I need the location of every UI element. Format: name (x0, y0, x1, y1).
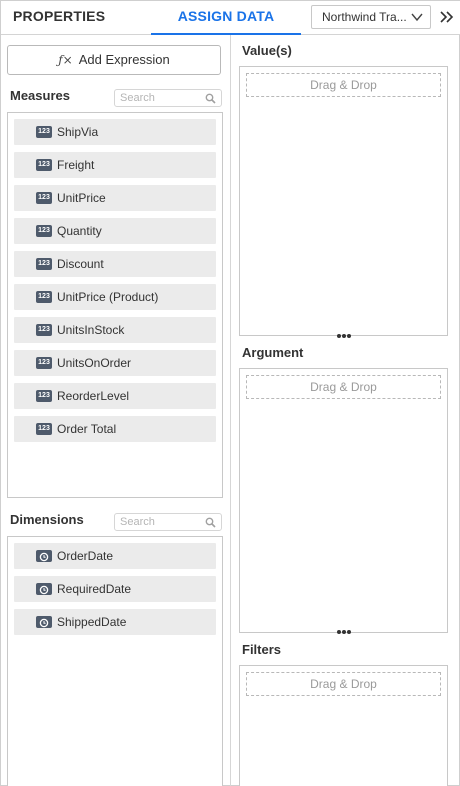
measure-field-label: Freight (57, 158, 95, 172)
argument-title: Argument (242, 345, 304, 360)
numeric-123-icon: 123 (36, 159, 52, 171)
double-chevron-right-icon[interactable] (437, 7, 457, 27)
datasource-selected-value: Northwind Tra... (322, 10, 407, 24)
numeric-123-icon: 123 (36, 192, 52, 204)
measure-field-label: UnitsInStock (57, 323, 125, 337)
fx-icon: ƒ× (58, 53, 73, 67)
measure-field-label: UnitPrice (Product) (57, 290, 159, 304)
dimension-field-label: OrderDate (57, 549, 114, 563)
measures-search[interactable] (114, 89, 222, 107)
measure-field-label: ShipVia (57, 125, 99, 139)
numeric-123-icon: 123 (36, 126, 52, 138)
measure-field-item[interactable]: 123 Freight (14, 152, 216, 178)
panel-header: PROPERTIES ASSIGN DATA Northwind Tra... (1, 1, 460, 35)
clock-icon (36, 583, 52, 595)
clock-icon (36, 616, 52, 628)
dimension-field-label: RequiredDate (57, 582, 132, 596)
filters-title: Filters (242, 642, 282, 657)
measure-field-item[interactable]: 123 Order Total (14, 416, 216, 442)
measure-field-item[interactable]: 123 ShipVia (14, 119, 216, 145)
measure-field-item[interactable]: 123 UnitPrice (Product) (14, 284, 216, 310)
dimension-field-item[interactable]: RequiredDate (14, 576, 216, 602)
measure-field-item[interactable]: 123 UnitPrice (14, 185, 216, 211)
measures-search-input[interactable] (120, 91, 204, 105)
measure-field-item[interactable]: 123 UnitsOnOrder (14, 350, 216, 376)
measure-field-label: UnitPrice (57, 191, 106, 205)
dimension-field-label: ShippedDate (57, 615, 127, 629)
datasource-dropdown[interactable]: Northwind Tra... (311, 5, 431, 29)
argument-resize-handle[interactable] (336, 629, 352, 635)
measure-field-label: Order Total (57, 422, 117, 436)
argument-drop-area[interactable]: Drag & Drop (239, 368, 448, 633)
measure-field-item[interactable]: 123 Discount (14, 251, 216, 277)
numeric-123-icon: 123 (36, 390, 52, 402)
values-drop-area[interactable]: Drag & Drop (239, 66, 448, 336)
dimension-field-item[interactable]: OrderDate (14, 543, 216, 569)
add-expression-label: Add Expression (78, 52, 170, 67)
dimensions-title: Dimensions (10, 512, 84, 527)
measure-field-label: UnitsOnOrder (57, 356, 132, 370)
measure-field-label: Quantity (57, 224, 102, 238)
tab-assign-data[interactable]: ASSIGN DATA (151, 1, 301, 35)
dimensions-search[interactable] (114, 513, 222, 531)
assign-data-panel: PROPERTIES ASSIGN DATA Northwind Tra... … (0, 0, 460, 786)
numeric-123-icon: 123 (36, 357, 52, 369)
search-icon (205, 93, 216, 104)
measure-field-label: ReorderLevel (57, 389, 130, 403)
values-dropzone[interactable]: Drag & Drop (246, 73, 441, 97)
tab-properties[interactable]: PROPERTIES (13, 1, 105, 35)
measures-title: Measures (10, 88, 70, 103)
dimensions-list: OrderDate RequiredDate ShippedDate (7, 536, 223, 786)
values-resize-handle[interactable] (336, 333, 352, 339)
values-title: Value(s) (242, 43, 292, 58)
filters-drop-area[interactable]: Drag & Drop (239, 665, 448, 786)
measure-field-item[interactable]: 123 Quantity (14, 218, 216, 244)
measure-field-item[interactable]: 123 UnitsInStock (14, 317, 216, 343)
dimensions-search-input[interactable] (120, 515, 204, 529)
numeric-123-icon: 123 (36, 225, 52, 237)
numeric-123-icon: 123 (36, 324, 52, 336)
measures-list: 123 ShipVia 123 Freight 123 UnitPrice 123 Quant… (7, 112, 223, 498)
measure-field-label: Discount (57, 257, 104, 271)
argument-dropzone[interactable]: Drag & Drop (246, 375, 441, 399)
measure-field-item[interactable]: 123 ReorderLevel (14, 383, 216, 409)
numeric-123-icon: 123 (36, 291, 52, 303)
filters-dropzone[interactable]: Drag & Drop (246, 672, 441, 696)
add-expression-button[interactable]: ƒ× Add Expression (7, 45, 221, 75)
panel-divider (230, 35, 231, 786)
search-icon (205, 517, 216, 528)
clock-icon (36, 550, 52, 562)
numeric-123-icon: 123 (36, 258, 52, 270)
dimension-field-item[interactable]: ShippedDate (14, 609, 216, 635)
chevron-down-icon (411, 13, 423, 22)
numeric-123-icon: 123 (36, 423, 52, 435)
